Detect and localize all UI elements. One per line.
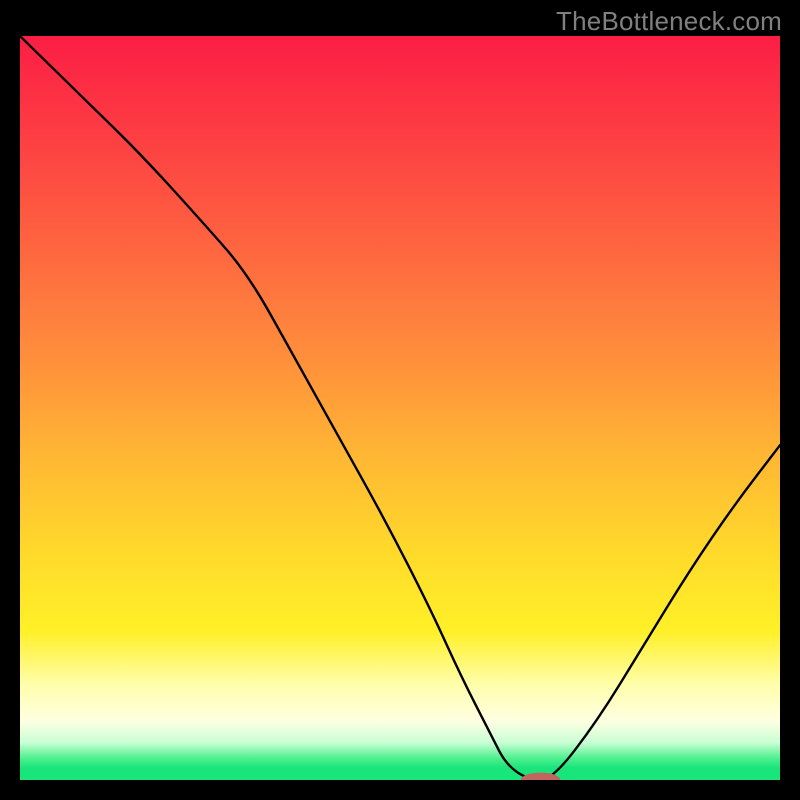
chart-frame: TheBottleneck.com bbox=[0, 0, 800, 800]
chart-svg bbox=[20, 36, 780, 780]
bottleneck-curve bbox=[20, 36, 780, 780]
attribution-label: TheBottleneck.com bbox=[556, 6, 782, 37]
plot-area bbox=[20, 36, 780, 780]
